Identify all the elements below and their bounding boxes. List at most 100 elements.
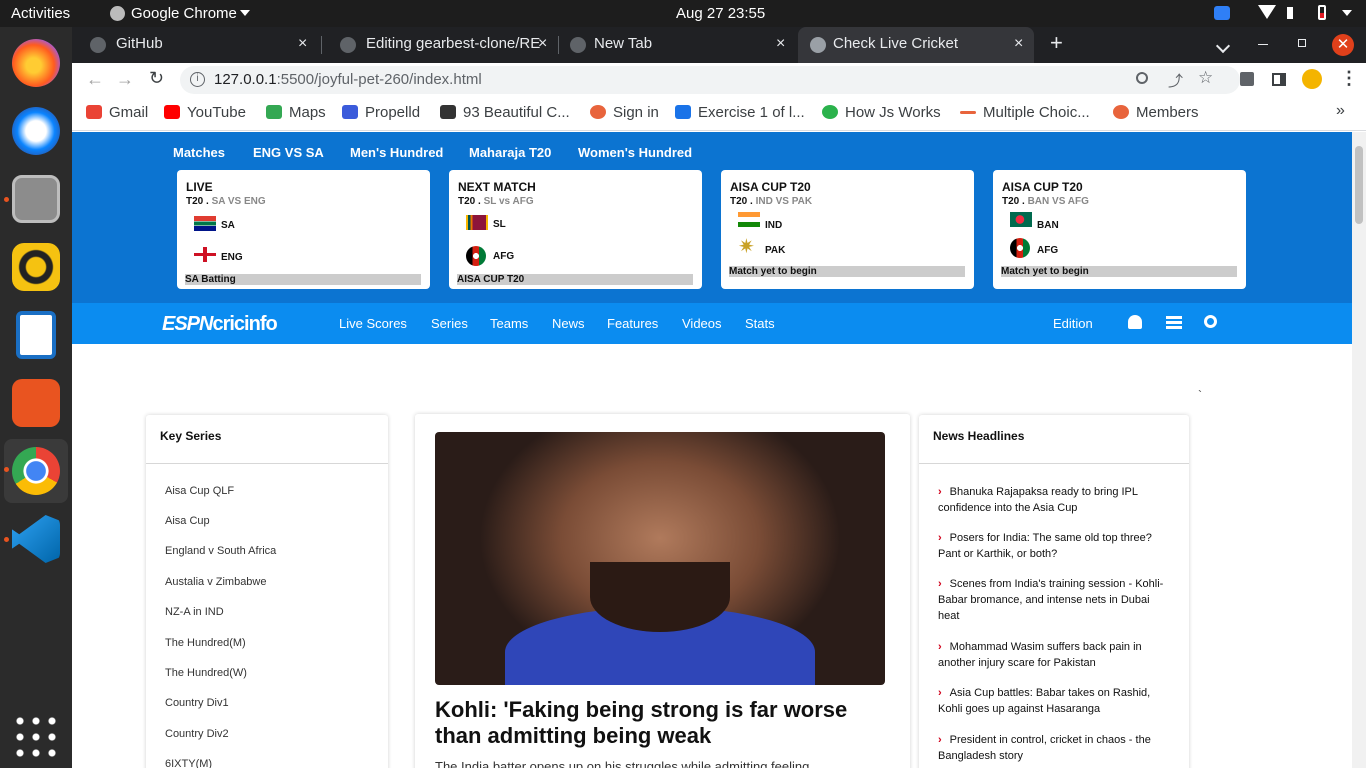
bookmark-members[interactable]: Members	[1113, 104, 1199, 121]
bookmark-how-js-works[interactable]: How Js Works	[822, 104, 941, 121]
match-card[interactable]: AISA CUP T20 T20 . BAN VS AFG BAN AFG Ma…	[993, 170, 1246, 289]
forward-icon[interactable]: →	[116, 69, 134, 90]
side-panel-icon[interactable]	[1272, 73, 1286, 86]
bookmark-youtube[interactable]: YouTube	[164, 104, 246, 121]
bookmark-icon	[960, 111, 976, 114]
scrollbar-thumb[interactable]	[1355, 146, 1363, 224]
nav-news[interactable]: News	[552, 316, 585, 331]
omnibox[interactable]: i 127.0.0.1:5500/joyful-pet-260/index.ht…	[180, 66, 1240, 94]
series-link[interactable]: Country Div1	[165, 697, 229, 709]
tab-check-live-cricket[interactable]: Check Live Cricket ×	[798, 27, 1034, 63]
match-card[interactable]: NEXT MATCH T20 . SL vs AFG SL AFG AISA C…	[449, 170, 702, 289]
wifi-icon[interactable]	[1258, 5, 1276, 19]
espncricinfo-logo[interactable]: ESPNcricinfo	[162, 313, 278, 336]
series-link[interactable]: Aisa Cup QLF	[165, 485, 234, 497]
series-link[interactable]: Aisa Cup	[165, 515, 210, 527]
volume-icon[interactable]	[1287, 7, 1293, 19]
battery-icon[interactable]	[1318, 5, 1326, 20]
nav-teams[interactable]: Teams	[490, 316, 528, 331]
activities-button[interactable]: Activities	[11, 5, 70, 22]
nav-videos[interactable]: Videos	[682, 316, 722, 331]
bookmark-gmail[interactable]: Gmail	[86, 104, 148, 121]
menu-kebab-icon[interactable]: ⋮	[1340, 68, 1358, 89]
close-icon[interactable]: ×	[1014, 27, 1023, 61]
close-icon[interactable]: ×	[298, 27, 307, 61]
headline-link[interactable]: › Bhanuka Rajapaksa ready to bring IPL co…	[938, 484, 1172, 516]
maximize-icon[interactable]	[1298, 39, 1306, 47]
tab-editing-gearbest[interactable]: Editing gearbest-clone/RE ×	[322, 27, 554, 63]
match-card[interactable]: AISA CUP T20 T20 . IND VS PAK IND ✷ PAK …	[721, 170, 974, 289]
software-center-icon[interactable]	[12, 379, 60, 427]
nav-live-scores[interactable]: Live Scores	[339, 316, 407, 331]
topnav-mens-hundred[interactable]: Men's Hundred	[350, 145, 443, 160]
search-icon[interactable]	[1204, 315, 1217, 328]
story-headline[interactable]: Kohli: 'Faking being strong is far worse…	[435, 697, 885, 749]
vscode-icon[interactable]	[12, 515, 60, 563]
back-icon[interactable]: ←	[86, 69, 104, 90]
app-menu[interactable]: Google Chrome	[131, 5, 237, 22]
rhythmbox-icon[interactable]	[12, 243, 60, 291]
hamburger-icon[interactable]	[1166, 316, 1182, 329]
tab-new-tab[interactable]: New Tab ×	[554, 27, 794, 63]
tab-search-chevron-icon[interactable]	[1215, 38, 1231, 54]
series-link[interactable]: The Hundred(W)	[165, 667, 247, 679]
match-card[interactable]: LIVE T20 . SA VS ENG SA ENG SA Batting	[177, 170, 430, 289]
page-scrollbar[interactable]	[1352, 132, 1366, 768]
close-window-icon[interactable]: ✕	[1332, 34, 1354, 56]
firefox-icon[interactable]	[12, 39, 60, 87]
topnav-maharaja-t20[interactable]: Maharaja T20	[469, 145, 551, 160]
headline-link[interactable]: › President in control, cricket in chaos …	[938, 732, 1172, 764]
nav-stats[interactable]: Stats	[745, 316, 775, 331]
zoom-icon[interactable]	[1136, 72, 1148, 84]
series-link[interactable]: Country Div2	[165, 728, 229, 740]
story-image[interactable]	[435, 432, 885, 685]
close-icon[interactable]: ×	[776, 27, 785, 61]
headline-link[interactable]: › Mohammad Wasim suffers back pain in ano…	[938, 639, 1172, 671]
writer-icon[interactable]	[16, 311, 56, 359]
chevron-right-icon: ›	[938, 486, 942, 498]
thunderbird-icon[interactable]	[12, 107, 60, 155]
bookmark-propelld[interactable]: Propelld	[342, 104, 420, 121]
share-icon[interactable]: ⤴	[1168, 70, 1183, 91]
avatar[interactable]	[1302, 69, 1322, 89]
headline-link[interactable]: › Scenes from India's training session - …	[938, 576, 1172, 624]
series-link[interactable]: NZ-A in IND	[165, 606, 224, 618]
topnav-matches[interactable]: Matches	[173, 145, 225, 160]
topnav-eng-vs-sa[interactable]: ENG VS SA	[253, 145, 324, 160]
bookmark-multiple-choice[interactable]: Multiple Choic...	[960, 104, 1090, 121]
show-apps-icon[interactable]	[12, 713, 60, 761]
bookmark-star-icon[interactable]: ☆	[1198, 68, 1213, 88]
chrome-icon[interactable]	[12, 447, 60, 495]
headline-link[interactable]: › Asia Cup battles: Babar takes on Rashid…	[938, 685, 1172, 717]
nav-series[interactable]: Series	[431, 316, 468, 331]
extensions-icon[interactable]	[1240, 72, 1254, 86]
system-menu-arrow-icon[interactable]	[1342, 10, 1352, 16]
zoom-icon[interactable]	[1214, 6, 1230, 20]
reload-icon[interactable]: ↻	[149, 68, 164, 89]
site-info-icon[interactable]: i	[190, 72, 205, 87]
bookmark-93-beautiful[interactable]: 93 Beautiful C...	[440, 104, 570, 121]
running-dot	[4, 197, 9, 202]
tab-github[interactable]: GitHub ×	[72, 27, 320, 63]
series-link[interactable]: Austalia v Zimbabwe	[165, 576, 267, 588]
new-tab-button[interactable]: +	[1050, 27, 1063, 63]
headline-link[interactable]: › Posers for India: The same old top thre…	[938, 530, 1172, 562]
bookmark-maps[interactable]: Maps	[266, 104, 326, 121]
bookmark-exercise[interactable]: Exercise 1 of l...	[675, 104, 805, 121]
bell-icon[interactable]	[1128, 315, 1142, 329]
topnav-womens-hundred[interactable]: Women's Hundred	[578, 145, 692, 160]
edition-menu[interactable]: Edition	[1053, 316, 1093, 331]
bookmarks-overflow[interactable]: »	[1336, 102, 1345, 120]
card-subtitle: T20 . SA VS ENG	[186, 196, 266, 207]
close-icon[interactable]: ×	[538, 27, 547, 61]
series-link[interactable]: The Hundred(M)	[165, 637, 246, 649]
series-link[interactable]: 6IXTY(M)	[165, 758, 212, 768]
minimize-icon[interactable]	[1258, 44, 1268, 45]
bookmark-sign-in[interactable]: Sign in	[590, 104, 659, 121]
series-link[interactable]: England v South Africa	[165, 545, 276, 557]
nav-features[interactable]: Features	[607, 316, 658, 331]
clock[interactable]: Aug 27 23:55	[676, 5, 765, 22]
files-icon[interactable]	[12, 175, 60, 223]
main-story-card[interactable]: Kohli: 'Faking being strong is far worse…	[415, 414, 910, 768]
url-text[interactable]: 127.0.0.1:5500/joyful-pet-260/index.html	[214, 71, 482, 88]
